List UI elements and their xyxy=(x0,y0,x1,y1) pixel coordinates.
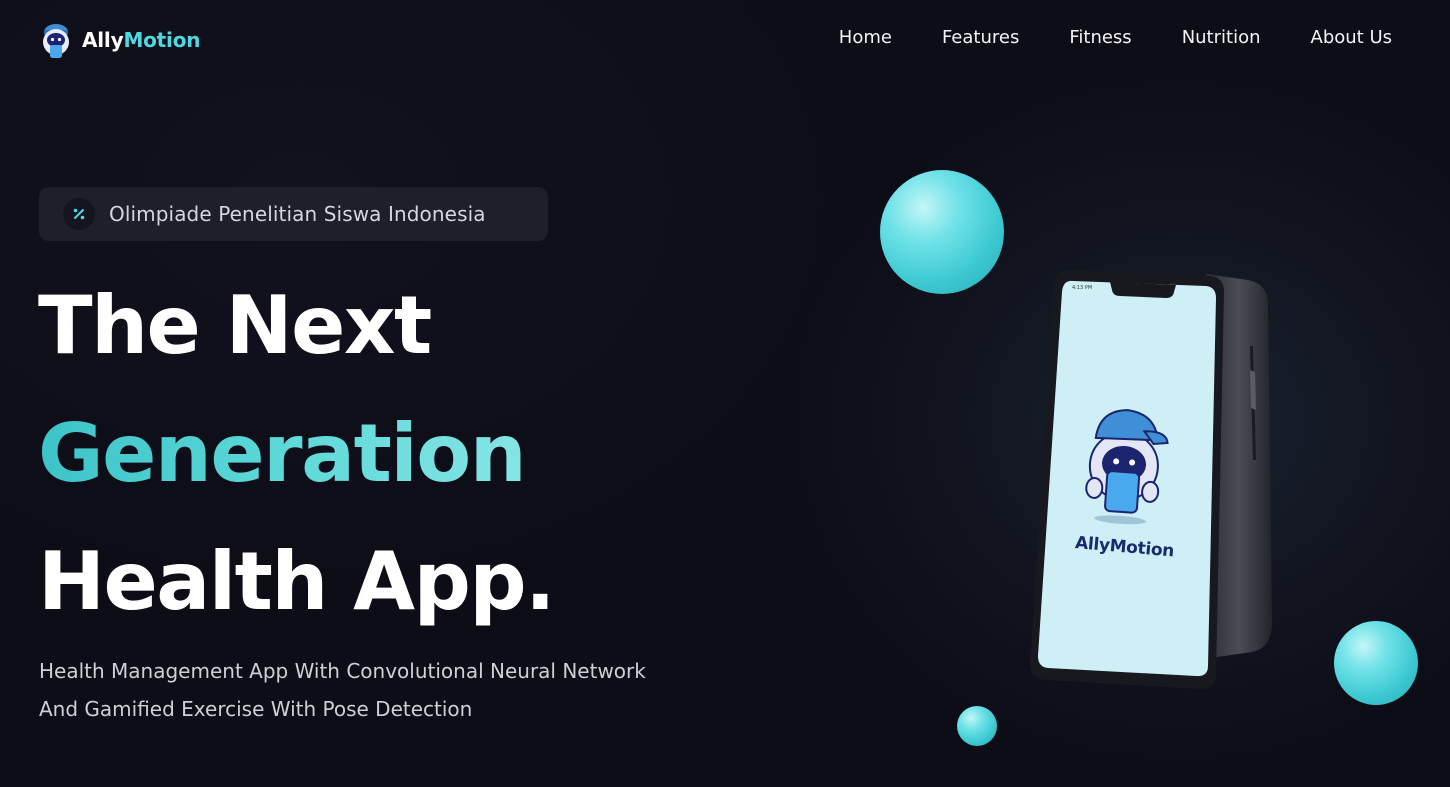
logo[interactable]: AllyMotion xyxy=(38,20,200,60)
navbar: AllyMotion Home Features Fitness Nutriti… xyxy=(0,0,1450,80)
phone-status-time: 4:13 PM xyxy=(1072,285,1092,291)
percent-icon xyxy=(63,198,95,230)
nav-link-about-us[interactable]: About Us xyxy=(1311,27,1393,48)
nav-links: Home Features Fitness Nutrition About Us xyxy=(839,27,1392,48)
nav-link-home[interactable]: Home xyxy=(839,27,892,48)
decorative-sphere-large xyxy=(880,170,1004,294)
badge-text: Olimpiade Penelitian Siswa Indonesia xyxy=(109,202,486,226)
logo-text: AllyMotion xyxy=(82,28,201,52)
headline-line-3: Health App. xyxy=(38,535,556,628)
decorative-sphere-medium xyxy=(1334,621,1418,705)
decorative-sphere-small xyxy=(957,706,997,746)
headline-line-2: Generation xyxy=(38,390,554,518)
page: AllyMotion Home Features Fitness Nutriti… xyxy=(0,0,1450,787)
hero-subtitle: Health Management App With Convolutional… xyxy=(39,659,646,721)
nav-link-fitness[interactable]: Fitness xyxy=(1069,27,1131,48)
phone-mockup: 4:13 PM xyxy=(1030,269,1272,690)
headline-line-1: The Next xyxy=(38,279,432,372)
hero-headline: The Next Generation Health App. xyxy=(38,262,556,646)
nav-link-nutrition[interactable]: Nutrition xyxy=(1182,27,1261,48)
nav-link-features[interactable]: Features xyxy=(942,27,1019,48)
event-badge: Olimpiade Penelitian Siswa Indonesia xyxy=(39,187,548,241)
robot-mascot-icon xyxy=(43,24,69,58)
